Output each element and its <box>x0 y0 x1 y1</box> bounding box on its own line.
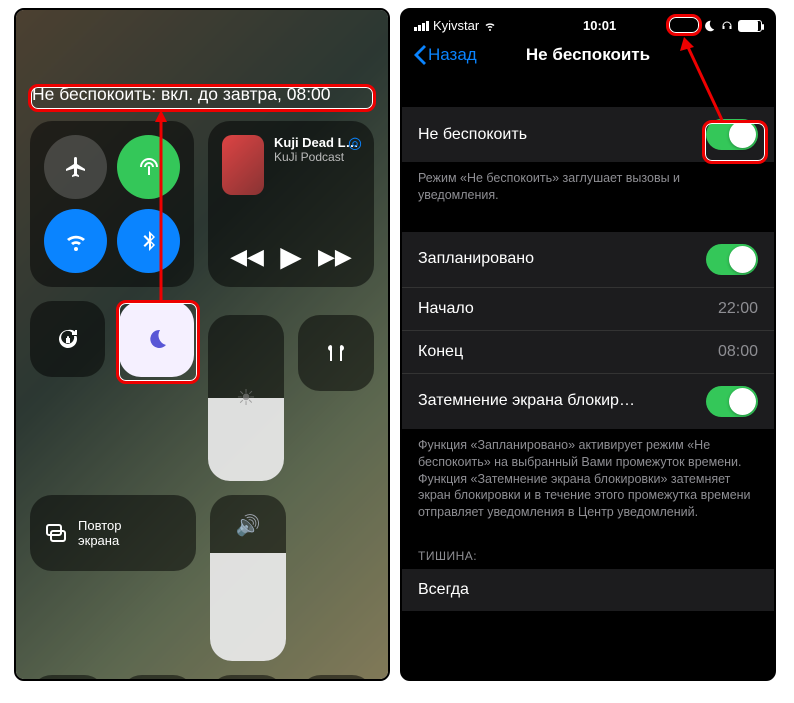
start-label: Начало <box>418 300 474 318</box>
scheduled-label: Запланировано <box>418 250 534 268</box>
volume-slider[interactable]: 🔊 <box>210 495 286 661</box>
dnd-master-toggle-row[interactable]: Не беспокоить <box>402 107 774 162</box>
wifi-icon <box>64 229 88 253</box>
airplane-toggle[interactable] <box>44 135 107 199</box>
bluetooth-icon <box>137 229 161 253</box>
silence-header: ТИШИНА: <box>402 521 774 569</box>
battery-icon <box>738 20 762 32</box>
wifi-status-icon <box>483 20 497 32</box>
dim-toggle[interactable] <box>706 386 758 417</box>
back-button[interactable]: Назад <box>414 45 477 65</box>
wifi-toggle[interactable] <box>44 209 107 273</box>
end-label: Конец <box>418 343 463 361</box>
dnd-master-toggle[interactable] <box>706 119 758 150</box>
airplay-icon[interactable]: ◎ <box>348 133 362 153</box>
start-row[interactable]: Начало 22:00 <box>402 287 774 330</box>
dnd-master-footer: Режим «Не беспокоить» заглушает вызовы и… <box>402 162 774 204</box>
chevron-left-icon <box>414 45 426 65</box>
forward-button[interactable]: ▶▶ <box>318 244 352 270</box>
start-value: 22:00 <box>718 300 758 318</box>
rewind-button[interactable]: ◀◀ <box>230 244 264 270</box>
carrier-name: Kyivstar <box>433 18 479 33</box>
status-bar: Kyivstar 10:01 <box>402 10 774 37</box>
scheduled-footer: Функция «Запланировано» активирует режим… <box>402 429 774 521</box>
airplane-icon <box>64 155 88 179</box>
airpods-button[interactable] <box>298 315 374 391</box>
cellular-toggle[interactable] <box>117 135 180 199</box>
dnd-status-text: Не беспокоить: вкл. до завтра, 08:00 <box>30 84 374 105</box>
cellular-icon <box>137 155 161 179</box>
lock-rotation-icon <box>56 327 80 351</box>
dnd-toggle[interactable] <box>119 301 194 377</box>
calculator-button[interactable] <box>209 675 285 681</box>
timer-button[interactable] <box>120 675 196 681</box>
camera-button[interactable] <box>299 675 375 681</box>
signal-icon <box>414 21 429 31</box>
screen-mirror-button[interactable]: Повтор экрана <box>30 495 196 571</box>
volume-icon: 🔊 <box>236 513 261 538</box>
nav-title: Не беспокоить <box>526 45 650 65</box>
airpods-icon <box>324 341 348 365</box>
silence-always-row[interactable]: Всегда <box>402 569 774 611</box>
back-label: Назад <box>428 45 477 65</box>
screen-mirror-label: Повтор экрана <box>78 518 121 548</box>
end-row[interactable]: Конец 08:00 <box>402 330 774 373</box>
flashlight-button[interactable] <box>30 675 106 681</box>
media-panel[interactable]: ◎ Kuji Dead Liv... KuJi Podcast ◀◀ ▶ ▶▶ <box>208 121 374 287</box>
sun-icon: ☀ <box>236 385 256 411</box>
bluetooth-toggle[interactable] <box>117 209 180 273</box>
play-button[interactable]: ▶ <box>280 240 302 273</box>
headphones-icon <box>720 20 734 32</box>
brightness-slider[interactable]: ☀ <box>208 315 284 481</box>
media-artwork <box>222 135 264 195</box>
status-time: 10:01 <box>583 18 616 33</box>
scheduled-row[interactable]: Запланировано <box>402 232 774 287</box>
moon-icon <box>145 327 169 351</box>
dnd-master-label: Не беспокоить <box>418 126 527 144</box>
scheduled-toggle[interactable] <box>706 244 758 275</box>
dim-row[interactable]: Затемнение экрана блокир… <box>402 373 774 429</box>
dnd-status-icon <box>702 19 716 33</box>
connectivity-panel[interactable] <box>30 121 194 287</box>
screen-mirror-icon <box>44 521 68 545</box>
dim-label: Затемнение экрана блокир… <box>418 392 635 410</box>
end-value: 08:00 <box>718 343 758 361</box>
silence-always-label: Всегда <box>418 581 469 599</box>
orientation-lock[interactable] <box>30 301 105 377</box>
